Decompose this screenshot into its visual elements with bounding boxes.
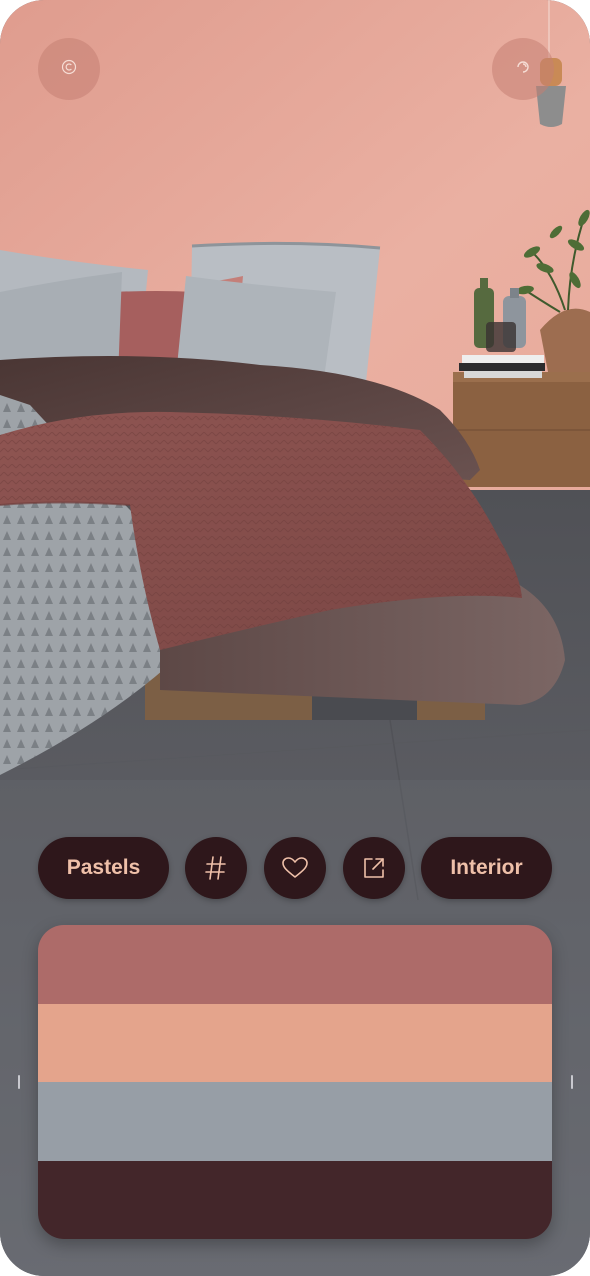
color-swatch[interactable]: [38, 1160, 552, 1239]
share-icon: [362, 856, 386, 880]
category-chip-interior[interactable]: Interior: [421, 837, 552, 899]
copyright-icon: [61, 59, 77, 80]
color-swatch[interactable]: [38, 1082, 552, 1161]
category-chip-pastels[interactable]: Pastels: [38, 837, 169, 899]
swipe-handle-left[interactable]: [18, 1075, 20, 1089]
copyright-button[interactable]: [38, 38, 100, 100]
color-palette[interactable]: [38, 925, 552, 1239]
color-swatch[interactable]: [38, 925, 552, 1004]
swirl-button[interactable]: [492, 38, 554, 100]
category-label: Interior: [450, 856, 523, 879]
hex-codes-button[interactable]: [185, 837, 247, 899]
swirl-icon: [514, 58, 532, 81]
share-button[interactable]: [343, 837, 405, 899]
swipe-handle-right[interactable]: [571, 1075, 573, 1089]
hash-icon: [205, 855, 227, 881]
phone-screen: Pastels Interior: [0, 0, 590, 1276]
heart-icon: [282, 857, 308, 879]
color-swatch[interactable]: [38, 1003, 552, 1082]
favorite-button[interactable]: [264, 837, 326, 899]
category-label: Pastels: [66, 856, 141, 879]
